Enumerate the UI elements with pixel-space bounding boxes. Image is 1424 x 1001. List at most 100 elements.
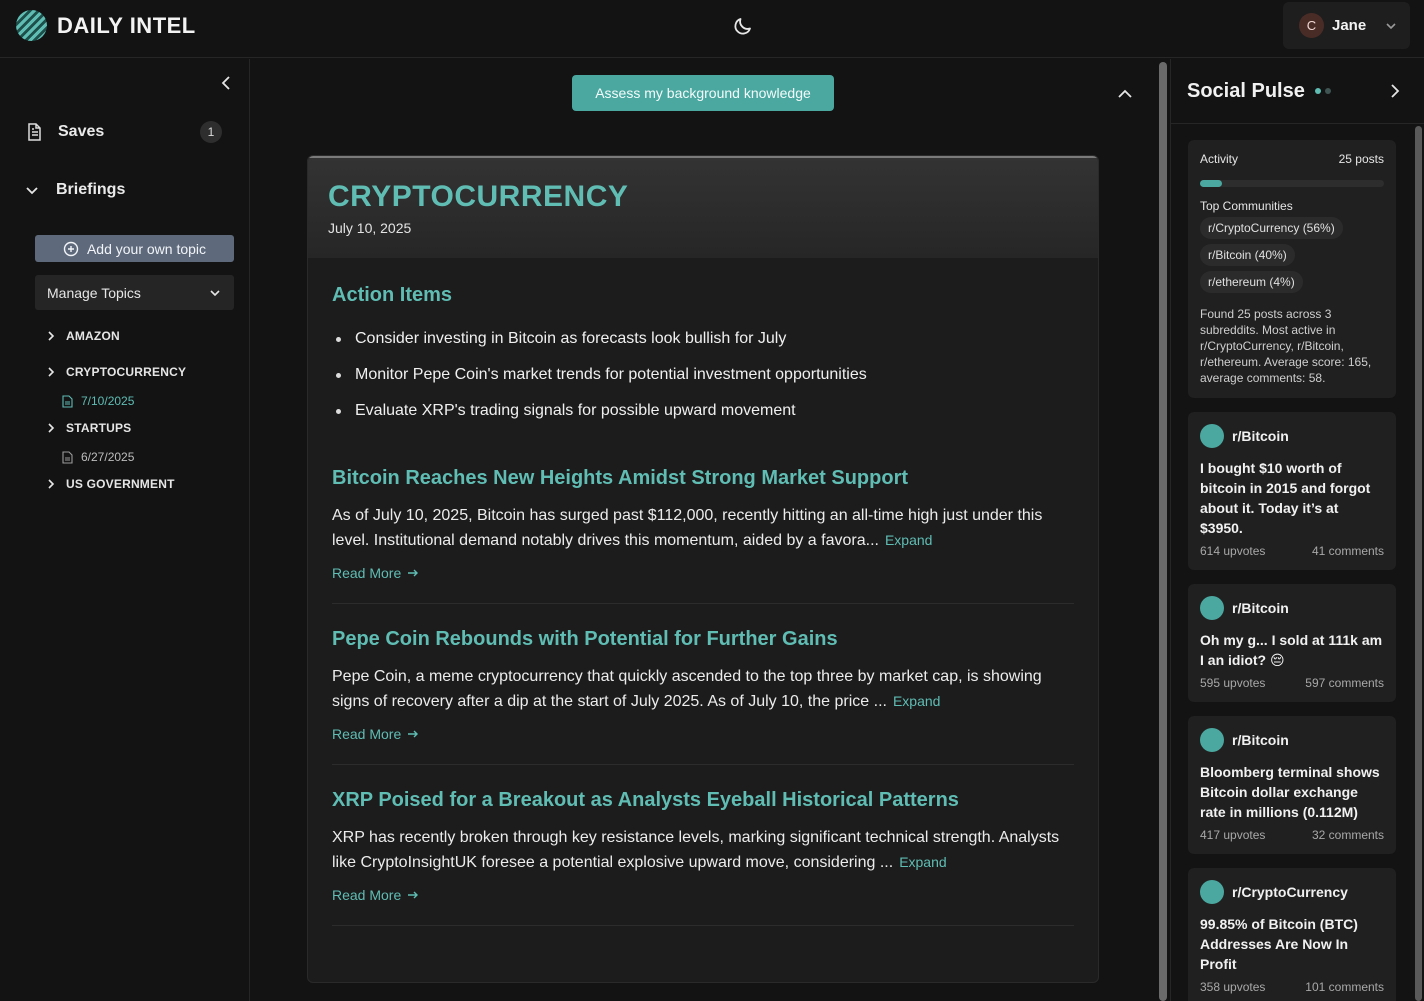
briefings-toggle[interactable]: Briefings (24, 181, 125, 199)
community-chips: r/CryptoCurrency (56%) r/Bitcoin (40%) r… (1200, 217, 1384, 293)
expand-link[interactable]: Expand (885, 532, 932, 548)
read-more-link[interactable]: Read More (332, 565, 1074, 581)
subreddit-avatar (1200, 596, 1224, 620)
community-chip[interactable]: r/Bitcoin (40%) (1200, 244, 1295, 266)
add-topic-button[interactable]: Add your own topic (35, 235, 234, 262)
briefings-label: Briefings (56, 181, 126, 198)
activity-card: Activity 25 posts Top Communities r/Cryp… (1188, 140, 1396, 398)
action-item: Evaluate XRP's trading signals for possi… (332, 393, 1074, 429)
assess-knowledge-button[interactable]: Assess my background knowledge (572, 75, 834, 111)
expand-link[interactable]: Expand (893, 693, 940, 709)
article: XRP Poised for a Breakout as Analysts Ey… (332, 789, 1074, 926)
article-summary-text: XRP has recently broken through key resi… (332, 829, 1060, 871)
article-title[interactable]: Pepe Coin Rebounds with Potential for Fu… (332, 628, 1074, 651)
arrow-right-icon (407, 889, 419, 901)
topic-amazon[interactable]: AMAZON (44, 329, 120, 343)
chevron-down-icon (24, 182, 40, 198)
post-subreddit: r/Bitcoin (1232, 732, 1289, 748)
add-topic-label: Add your own topic (86, 240, 207, 257)
briefing-topic-title: CRYPTOCURRENCY (328, 180, 629, 213)
read-more-link[interactable]: Read More (332, 887, 1074, 903)
moon-icon[interactable] (731, 14, 755, 38)
document-icon (62, 450, 73, 464)
post-comments: 597 comments (1305, 676, 1384, 690)
arrow-right-icon (407, 567, 419, 579)
post-upvotes: 614 upvotes (1200, 544, 1266, 558)
subreddit-avatar (1200, 728, 1224, 752)
top-communities-label: Top Communities (1200, 199, 1293, 213)
saves-item[interactable]: Saves 1 (24, 119, 222, 145)
document-icon (24, 122, 44, 142)
post-upvotes: 595 upvotes (1200, 676, 1266, 690)
briefing-card: CRYPTOCURRENCY July 10, 2025 Action Item… (307, 155, 1099, 983)
briefing-date-startups[interactable]: 6/27/2025 (62, 450, 134, 464)
app-name: DAILY INTEL (57, 12, 196, 38)
chevron-right-icon (44, 365, 58, 379)
topic-us-government[interactable]: US GOVERNMENT (44, 477, 175, 491)
status-dots (1314, 88, 1331, 94)
post-upvotes: 417 upvotes (1200, 828, 1266, 842)
article-title[interactable]: XRP Poised for a Breakout as Analysts Ey… (332, 789, 1074, 812)
post-card[interactable]: r/Bitcoin Bloomberg terminal shows Bitco… (1188, 716, 1396, 854)
briefing-header: CRYPTOCURRENCY July 10, 2025 (308, 156, 1098, 258)
activity-bar (1200, 180, 1384, 187)
user-name: Jane (1332, 17, 1367, 34)
chevron-down-icon (208, 286, 222, 300)
topic-label: AMAZON (66, 329, 120, 343)
briefing-date-cryptocurrency[interactable]: 7/10/2025 (62, 394, 134, 408)
manage-topics-dropdown[interactable]: Manage Topics (35, 275, 234, 310)
post-comments: 32 comments (1311, 828, 1384, 842)
activity-label: Activity (1200, 152, 1239, 166)
social-scrollbar[interactable] (1415, 126, 1422, 1001)
activity-bar-fill (1200, 180, 1223, 187)
social-pulse-panel: Social Pulse Activity 25 posts Top Commu… (1170, 59, 1424, 1001)
sidebar: Saves 1 Briefings Add your own topic Man… (0, 59, 250, 1001)
saves-label: Saves (58, 123, 105, 140)
post-comments: 41 comments (1311, 544, 1384, 558)
community-chip[interactable]: r/CryptoCurrency (56%) (1200, 217, 1343, 239)
topic-cryptocurrency[interactable]: CRYPTOCURRENCY (44, 365, 186, 379)
post-title: Oh my g... I sold at 111k am I an idiot?… (1200, 632, 1383, 668)
saves-count-badge: 1 (200, 121, 222, 143)
article-title[interactable]: Bitcoin Reaches New Heights Amidst Stron… (332, 467, 1074, 490)
expand-link[interactable]: Expand (899, 854, 946, 870)
community-chip[interactable]: r/ethereum (4%) (1200, 271, 1303, 293)
chevron-right-icon (44, 421, 58, 435)
top-bar: DAILY INTEL C Jane (0, 0, 1424, 58)
collapse-sidebar-button[interactable] (216, 73, 236, 93)
briefing-date: 7/10/2025 (81, 394, 135, 408)
user-menu[interactable]: C Jane (1283, 2, 1410, 49)
post-subreddit: r/Bitcoin (1232, 600, 1289, 616)
chevron-right-icon[interactable] (1385, 81, 1405, 101)
briefing-body: Action Items Consider investing in Bitco… (308, 258, 1098, 926)
post-subreddit: r/Bitcoin (1232, 428, 1289, 444)
article-summary: As of July 10, 2025, Bitcoin has surged … (332, 504, 1074, 553)
action-item: Monitor Pepe Coin's market trends for po… (332, 357, 1074, 393)
plus-circle-icon (63, 241, 79, 257)
read-more-label: Read More (332, 565, 402, 581)
article-summary: XRP has recently broken through key resi… (332, 826, 1074, 875)
post-card[interactable]: r/Bitcoin I bought $10 worth of bitcoin … (1188, 412, 1396, 570)
action-item: Consider investing in Bitcoin as forecas… (332, 321, 1074, 357)
subreddit-avatar (1200, 424, 1224, 448)
topic-startups[interactable]: STARTUPS (44, 421, 131, 435)
post-card[interactable]: r/Bitcoin Oh my g... I sold at 111k am I… (1188, 584, 1396, 702)
status-dot-active (1314, 88, 1321, 94)
app-logo[interactable]: DAILY INTEL (16, 10, 196, 41)
status-dot (1324, 88, 1331, 94)
main-content: Assess my background knowledge CRYPTOCUR… (251, 59, 1157, 1001)
post-card[interactable]: r/CryptoCurrency 99.85% of Bitcoin (BTC)… (1188, 868, 1396, 1001)
topic-label: STARTUPS (66, 421, 132, 435)
chevron-right-icon (44, 329, 58, 343)
read-more-label: Read More (332, 887, 402, 903)
document-icon (62, 394, 73, 408)
read-more-label: Read More (332, 726, 402, 742)
action-items-title: Action Items (332, 284, 453, 306)
chevron-up-icon[interactable] (1115, 84, 1135, 104)
manage-topics-label: Manage Topics (47, 284, 141, 301)
main-scrollbar[interactable] (1159, 62, 1167, 1001)
article-summary: Pepe Coin, a meme cryptocurrency that qu… (332, 665, 1074, 714)
posts-count: 25 posts (1338, 152, 1384, 166)
chevron-down-icon (1384, 19, 1398, 33)
read-more-link[interactable]: Read More (332, 726, 1074, 742)
